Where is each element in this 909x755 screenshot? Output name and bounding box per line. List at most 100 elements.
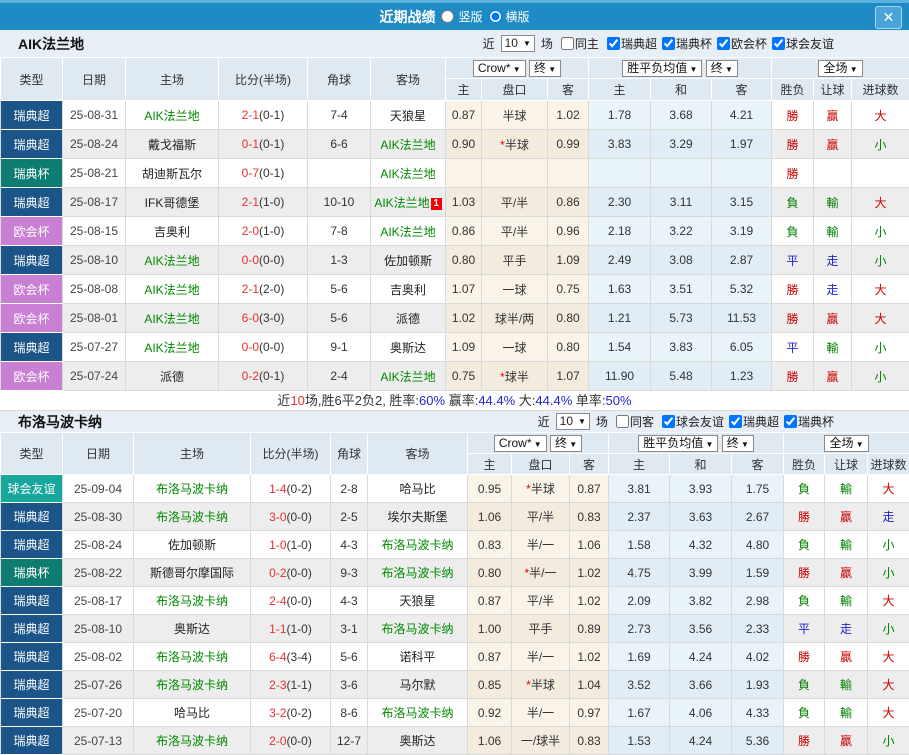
league-checkbox[interactable]: 欧会杯 <box>714 35 767 52</box>
section-header-brommapojkarna: 布洛马波卡纳 近 10 场 同客 球会友谊瑞典超瑞典杯 <box>0 411 909 432</box>
handicap-result-cell: 贏 <box>814 304 852 333</box>
avg-home-cell: 3.81 <box>609 475 670 503</box>
away-team-cell: 马尔默 <box>368 671 468 699</box>
fulltime-score: 2-1 <box>242 282 259 296</box>
recent-count-select[interactable]: 10 <box>556 413 590 430</box>
checkbox-icon[interactable] <box>717 37 730 50</box>
goals-result-cell: 大 <box>852 275 909 304</box>
checkbox-icon[interactable] <box>662 415 675 428</box>
league-type-cell: 瑞典杯 <box>1 159 63 188</box>
handicap-cell: *半球 <box>482 130 548 159</box>
team-name: 奥斯达 <box>390 341 426 355</box>
match-row: 瑞典超25-08-31AIK法兰地2-1(0-1)7-4天狼星0.87半球1.0… <box>1 101 909 130</box>
home-team-cell: 哈马比 <box>134 699 251 727</box>
halftime-score: (0-1) <box>259 108 284 122</box>
league-type-cell: 球会友谊 <box>1 475 63 503</box>
odds-away-cell: 1.09 <box>548 246 589 275</box>
same-venue-checkbox[interactable]: 同主 <box>558 35 599 52</box>
result-scope-select[interactable]: 全场 <box>824 435 868 452</box>
avg-final-select[interactable]: 终 <box>722 435 754 452</box>
odds-final-select[interactable]: 终 <box>529 60 561 77</box>
corner-cell: 5-6 <box>308 304 371 333</box>
league-checkbox[interactable]: 瑞典杯 <box>659 35 712 52</box>
league-type-cell: 瑞典超 <box>1 615 63 643</box>
home-give-star-icon: * <box>524 566 529 580</box>
match-date-cell: 25-07-13 <box>63 727 134 755</box>
avg-group-select[interactable]: 胜平负均值 <box>622 60 702 77</box>
wdl-result-cell: 平 <box>772 333 814 362</box>
handicap-cell: 平手 <box>512 615 570 643</box>
away-team-cell: AIK法兰地 <box>371 217 446 246</box>
odds-away-cell: 0.96 <box>548 217 589 246</box>
league-checkbox[interactable]: 瑞典超 <box>604 35 657 52</box>
wdl-result-cell: 勝 <box>784 503 825 531</box>
avg-draw-cell: 3.99 <box>670 559 732 587</box>
score-cell: 1-1(1-0) <box>251 615 331 643</box>
handicap-result-cell: 輸 <box>825 531 868 559</box>
home-give-star-icon: * <box>500 370 505 384</box>
goals-result-cell: 大 <box>868 587 909 615</box>
team-name: AIK法兰地 <box>380 225 435 239</box>
col-avg-home: 主 <box>589 79 651 101</box>
same-venue-checkbox[interactable]: 同客 <box>613 413 654 430</box>
score-cell: 1-0(1-0) <box>251 531 331 559</box>
radio-horizontal-icon[interactable] <box>489 10 502 23</box>
score-cell: 2-0(0-0) <box>251 727 331 755</box>
checkbox-icon[interactable] <box>607 37 620 50</box>
avg-away-cell: 3.19 <box>712 217 772 246</box>
matches-table-brommapojkarna: 类型 日期 主场 比分(半场) 角球 客场 Crow* 终 胜平负均值 终 全场… <box>0 432 909 755</box>
corner-cell: 12-7 <box>331 727 368 755</box>
halftime-score: (1-0) <box>287 538 312 552</box>
goals-result-cell: 大 <box>868 699 909 727</box>
checkbox-icon[interactable] <box>662 37 675 50</box>
avg-home-cell: 4.75 <box>609 559 670 587</box>
checkbox-icon[interactable] <box>561 37 574 50</box>
odds-away-cell: 1.04 <box>570 671 609 699</box>
home-team-cell: 佐加顿斯 <box>134 531 251 559</box>
fulltime-score: 2-0 <box>269 734 286 748</box>
layout-radio-horizontal[interactable]: 横版 <box>489 8 530 25</box>
avg-home-cell: 1.78 <box>589 101 651 130</box>
odds-away-cell: 1.02 <box>548 101 589 130</box>
handicap-cell: 半球 <box>482 101 548 130</box>
league-checkbox[interactable]: 球会友谊 <box>659 413 724 430</box>
league-checkbox[interactable]: 瑞典杯 <box>781 413 834 430</box>
matches-table-aik: 类型 日期 主场 比分(半场) 角球 客场 Crow* 终 胜平负均值 终 全场… <box>0 57 909 391</box>
result-scope-select[interactable]: 全场 <box>818 60 862 77</box>
odds-home-cell: 0.95 <box>468 475 512 503</box>
avg-final-select[interactable]: 终 <box>706 60 738 77</box>
avg-home-cell: 1.21 <box>589 304 651 333</box>
wdl-result-cell: 負 <box>784 699 825 727</box>
league-checkbox[interactable]: 瑞典超 <box>726 413 779 430</box>
fulltime-score: 2-3 <box>269 678 286 692</box>
col-odds-home: 主 <box>446 79 482 101</box>
result-text: 勝 <box>787 167 799 181</box>
odds-final-select[interactable]: 终 <box>550 435 582 452</box>
col-avg-draw: 和 <box>670 454 732 475</box>
checkbox-icon[interactable] <box>616 415 629 428</box>
fulltime-score: 3-0 <box>269 510 286 524</box>
odds-home-cell: 1.06 <box>468 503 512 531</box>
col-type: 类型 <box>1 58 63 101</box>
avg-home-cell: 1.58 <box>609 531 670 559</box>
close-button[interactable]: ✕ <box>875 6 902 29</box>
radio-vertical-icon[interactable] <box>441 10 454 23</box>
handicap-result-cell: 輸 <box>825 671 868 699</box>
checkbox-icon[interactable] <box>772 37 785 50</box>
avg-group-select[interactable]: 胜平负均值 <box>638 435 718 452</box>
checkbox-icon[interactable] <box>784 415 797 428</box>
avg-away-cell: 11.53 <box>712 304 772 333</box>
match-row: 瑞典超25-07-13布洛马波卡纳2-0(0-0)12-7奥斯达1.06一/球半… <box>1 727 909 755</box>
recent-count-select[interactable]: 10 <box>501 35 535 52</box>
odds-source-select[interactable]: Crow* <box>473 60 526 77</box>
col-avg-away: 客 <box>712 79 772 101</box>
handicap-result-cell: 走 <box>814 246 852 275</box>
layout-radio-vertical[interactable]: 竖版 <box>441 8 482 25</box>
league-checkbox[interactable]: 球会友谊 <box>769 35 834 52</box>
result-text: 贏 <box>827 312 839 326</box>
odds-source-select[interactable]: Crow* <box>494 435 547 452</box>
wdl-result-cell: 勝 <box>772 159 814 188</box>
home-team-cell: AIK法兰地 <box>126 333 219 362</box>
goals-result-cell: 小 <box>868 559 909 587</box>
checkbox-icon[interactable] <box>729 415 742 428</box>
